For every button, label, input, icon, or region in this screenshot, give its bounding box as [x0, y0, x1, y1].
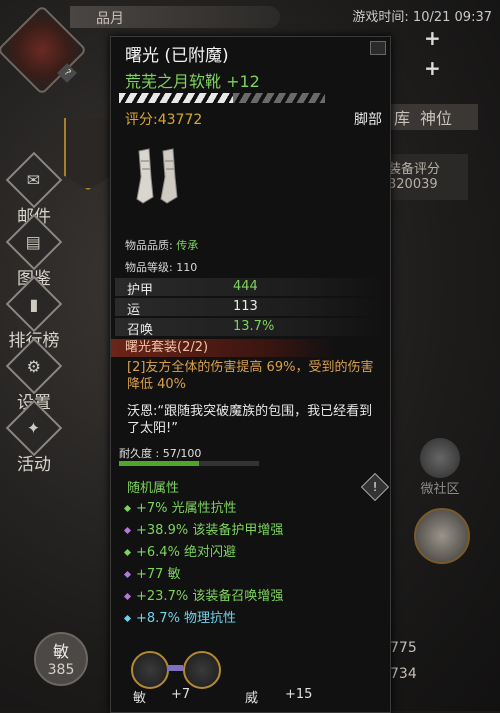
- gem-socket-icon[interactable]: [183, 651, 221, 689]
- gem-socket-icon[interactable]: [131, 651, 169, 689]
- guild-crest-icon[interactable]: [414, 508, 470, 564]
- right-stat-value: 775: [390, 640, 417, 656]
- item-tooltip: 曙光 (已附魔) 荒芜之月软靴 +12 评分:43772 脚部 物品品质: 传承…: [110, 36, 391, 713]
- gem-label: 敏: [133, 691, 147, 706]
- stat-row: 运 113: [115, 298, 383, 318]
- info-icon[interactable]: !: [360, 472, 390, 502]
- book-icon: ▤: [5, 213, 63, 271]
- equipment-banner: [64, 118, 112, 190]
- durability-bar: [119, 461, 259, 466]
- community-label: 微社区: [420, 482, 460, 497]
- item-rating: 评分:43772: [125, 112, 203, 128]
- equipment-score-label: 装备评分: [388, 162, 441, 177]
- item-slot: 脚部: [354, 112, 382, 128]
- random-attribute: +7% 光属性抗性: [123, 497, 237, 516]
- event-icon: ✦: [5, 399, 63, 457]
- bullet-icon: [123, 592, 132, 601]
- equipment-score-value: 320039: [388, 177, 438, 192]
- random-attributes-title: 随机属性: [127, 481, 180, 496]
- game-clock: 游戏时间: 10/21 09:37: [352, 10, 492, 25]
- item-quality: 物品品质: 传承: [125, 239, 199, 252]
- sidebar-item-events[interactable]: ✦ 活动: [4, 399, 64, 475]
- set-description: [2]友方全体的伤害提高 69%，受到的伤害降低 40%: [127, 360, 374, 392]
- gem-bonus: +7: [171, 687, 191, 702]
- agility-value: 385: [47, 662, 75, 678]
- item-name: 曙光 (已附魔): [125, 46, 229, 66]
- gear-icon: ⚙: [5, 337, 63, 395]
- right-tabs: 库 神位: [386, 104, 478, 130]
- stat-row: 护甲 444: [115, 278, 383, 298]
- community-button[interactable]: 微社区: [412, 438, 468, 497]
- agility-label: 敏: [52, 642, 69, 661]
- random-attribute: +38.9% 该装备护甲增强: [123, 519, 283, 538]
- stat-row: 召唤 13.7%: [115, 318, 383, 338]
- random-attribute: +6.4% 绝对闪避: [123, 541, 236, 560]
- right-stat-value: 734: [390, 666, 417, 682]
- bullet-icon: [123, 526, 132, 535]
- tab-storage[interactable]: 库: [394, 105, 410, 129]
- lock-icon[interactable]: [370, 41, 386, 55]
- bullet-icon: [123, 570, 132, 579]
- random-attribute: +23.7% 该装备召唤增强: [123, 585, 283, 604]
- socket-link: [167, 665, 183, 671]
- agility-stat: 敏 385: [34, 632, 88, 686]
- durability-fill: [119, 461, 199, 466]
- add-button[interactable]: +: [424, 26, 441, 50]
- item-subname: 荒芜之月软靴 +12: [125, 72, 260, 91]
- bullet-icon: [123, 614, 132, 623]
- gem-label: 威: [245, 691, 259, 706]
- durability-label: 耐久度 : 57/100: [119, 447, 202, 460]
- top-bar-label: 品月: [96, 11, 124, 27]
- set-name: 曙光套装(2/2): [111, 339, 335, 357]
- enhance-stripe-empty: [233, 93, 325, 103]
- boots-icon: [136, 148, 178, 204]
- random-attribute: +8.7% 物理抗性: [123, 607, 236, 626]
- gem-bonus: +15: [285, 687, 313, 702]
- item-lore: 沃恩:“跟随我突破魔族的包围，我已经看到了太阳!”: [127, 404, 373, 436]
- bullet-icon: [123, 504, 132, 513]
- add-button[interactable]: +: [424, 56, 441, 80]
- tab-divine[interactable]: 神位: [420, 105, 452, 129]
- random-attribute: +77 敏: [123, 563, 181, 582]
- bullet-icon: [123, 548, 132, 557]
- mail-icon: ✉: [5, 151, 63, 209]
- item-level: 物品等级: 110: [125, 261, 198, 274]
- equipment-score: 装备评分 320039: [384, 154, 468, 200]
- community-icon: [420, 438, 460, 478]
- ranking-icon: ▮: [5, 275, 63, 333]
